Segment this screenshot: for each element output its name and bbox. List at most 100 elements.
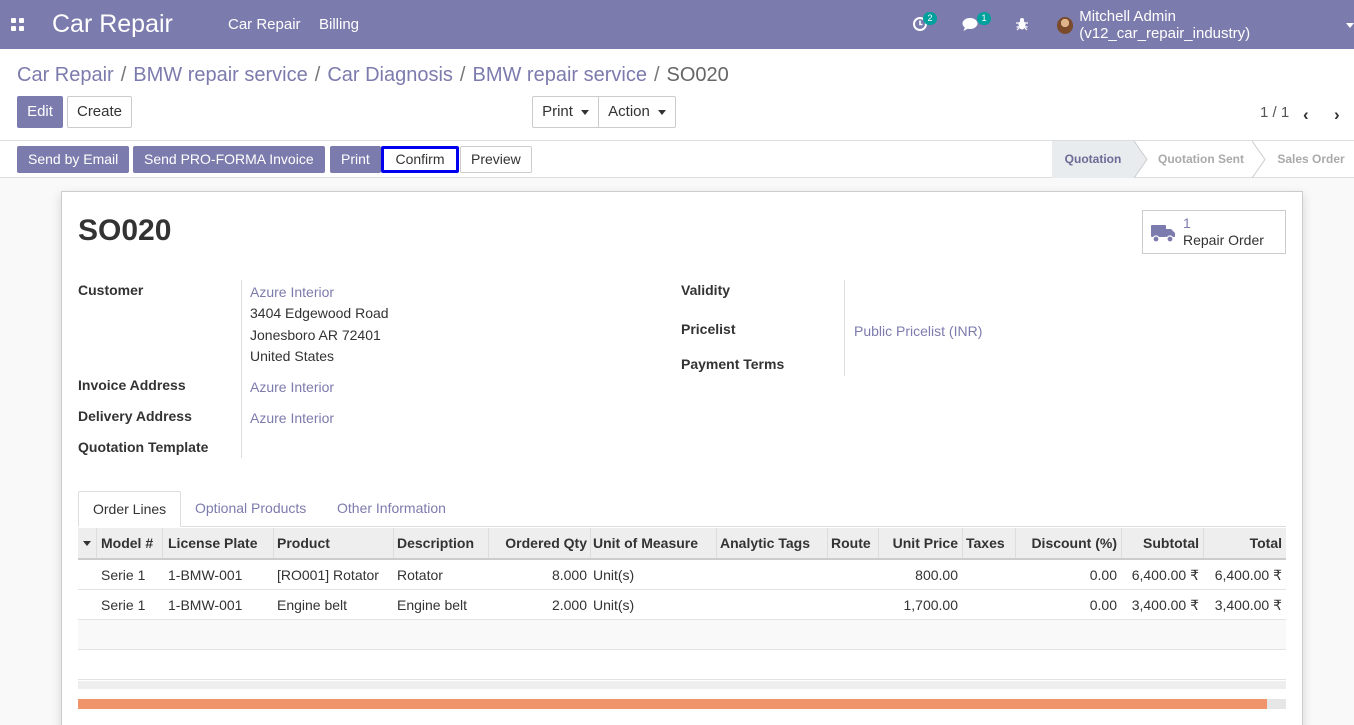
tab-optional-products[interactable]: Optional Products <box>181 491 320 527</box>
activity-count-badge: 2 <box>923 12 937 25</box>
debug-menu[interactable] <box>1015 14 1031 34</box>
pager-next-icon[interactable]: › <box>1334 105 1340 125</box>
stage-sales-order[interactable]: Sales Order <box>1268 141 1354 178</box>
bug-icon <box>1016 18 1028 31</box>
stage-quotation[interactable]: Quotation <box>1052 141 1134 178</box>
cell-description: Rotator <box>397 567 443 583</box>
send-by-email-button[interactable]: Send by Email <box>17 146 130 173</box>
customer-address-line: Jonesboro AR 72401 <box>250 327 381 343</box>
repair-order-smart-button[interactable]: 1 Repair Order <box>1142 210 1286 254</box>
field-divider <box>241 280 242 458</box>
column-divider <box>1203 528 1204 558</box>
horizontal-scrollbar[interactable] <box>78 681 1286 689</box>
breadcrumb-item[interactable]: Car Diagnosis <box>327 64 453 86</box>
pricelist-field[interactable]: Public Pricelist (INR) <box>854 323 982 339</box>
breadcrumb-item[interactable]: BMW repair service <box>472 64 646 86</box>
column-header-description[interactable]: Description <box>397 528 474 558</box>
cell-ordered-qty: 8.000 <box>551 567 587 583</box>
send-proforma-invoice-button[interactable]: Send PRO-FORMA Invoice <box>133 146 325 173</box>
column-header-total[interactable]: Total <box>1207 528 1282 558</box>
column-header-analytic-tags[interactable]: Analytic Tags <box>720 528 810 558</box>
print-dropdown[interactable]: Print <box>532 96 599 128</box>
breadcrumb-current: SO020 <box>666 64 729 86</box>
payment-terms-label: Payment Terms <box>681 356 785 372</box>
menu-billing[interactable]: Billing <box>319 16 359 33</box>
menu-car-repair[interactable]: Car Repair <box>228 16 301 33</box>
preview-button[interactable]: Preview <box>460 146 532 173</box>
user-menu[interactable]: Mitchell Admin (v12_car_repair_industry) <box>1057 8 1354 42</box>
customer-field[interactable]: Azure Interior <box>250 284 334 300</box>
table-row[interactable]: Serie 1 1-BMW-001 Engine belt Engine bel… <box>78 590 1286 620</box>
caret-down-icon <box>657 109 666 115</box>
form-sheet: SO020 1 Repair Order Customer Azure Inte… <box>61 191 1303 725</box>
column-divider <box>488 528 489 558</box>
breadcrumb-separator: / <box>459 64 466 86</box>
column-header-model[interactable]: Model # <box>101 528 153 558</box>
cell-subtotal: 3,400.00 ₹ <box>1131 597 1199 613</box>
confirm-button[interactable]: Confirm <box>381 146 459 173</box>
column-header-ordered-qty[interactable]: Ordered Qty <box>492 528 587 558</box>
messaging-menu[interactable]: 1 <box>962 12 992 34</box>
column-header-product[interactable]: Product <box>277 528 330 558</box>
avatar <box>1057 16 1074 34</box>
record-title: SO020 <box>78 214 172 247</box>
column-divider <box>162 528 163 558</box>
action-dropdown[interactable]: Action <box>598 96 676 128</box>
cell-unit-price: 1,700.00 <box>903 597 959 613</box>
status-bar: Send by Email Send PRO-FORMA Invoice Pri… <box>0 141 1354 178</box>
cell-model: Serie 1 <box>101 567 146 583</box>
column-divider <box>273 528 274 558</box>
pager-previous-icon[interactable]: ‹ <box>1303 105 1309 125</box>
column-header-unit-of-measure[interactable]: Unit of Measure <box>593 528 698 558</box>
breadcrumb-separator: / <box>314 64 321 86</box>
caret-down-icon <box>580 109 589 115</box>
column-divider <box>393 528 394 558</box>
cell-unit-of-measure: Unit(s) <box>593 567 635 583</box>
table-row[interactable]: Serie 1 1-BMW-001 [RO001] Rotator Rotato… <box>78 560 1286 590</box>
print-button[interactable]: Print <box>330 146 381 173</box>
cell-unit-price: 800.00 <box>915 567 958 583</box>
tab-order-lines[interactable]: Order Lines <box>78 491 182 527</box>
column-header-subtotal[interactable]: Subtotal <box>1125 528 1199 558</box>
user-name: Mitchell Admin (v12_car_repair_industry) <box>1079 8 1251 42</box>
invoice-address-field[interactable]: Azure Interior <box>250 379 334 395</box>
cell-description: Engine belt <box>397 597 468 613</box>
create-button[interactable]: Create <box>67 96 132 128</box>
quotation-template-label: Quotation Template <box>78 439 209 455</box>
cell-total: 6,400.00 ₹ <box>1214 567 1282 583</box>
column-header-license-plate[interactable]: License Plate <box>168 528 258 558</box>
column-divider <box>962 528 963 558</box>
app-brand[interactable]: Car Repair <box>52 10 173 39</box>
customer-address-line: 3404 Edgewood Road <box>250 305 389 321</box>
activity-menu[interactable]: 2 <box>912 12 938 34</box>
column-divider <box>1015 528 1016 558</box>
pricelist-label: Pricelist <box>681 321 736 337</box>
column-header-route[interactable]: Route <box>831 528 871 558</box>
tab-other-information[interactable]: Other Information <box>323 491 460 527</box>
action-dropdown-label: Action <box>608 103 650 120</box>
column-divider <box>590 528 591 558</box>
column-header-unit-price[interactable]: Unit Price <box>882 528 958 558</box>
cell-subtotal: 6,400.00 ₹ <box>1131 567 1199 583</box>
column-divider <box>716 528 717 558</box>
breadcrumb-item[interactable]: BMW repair service <box>133 64 307 86</box>
column-header-taxes[interactable]: Taxes <box>966 528 1005 558</box>
truck-icon <box>1151 225 1175 243</box>
caret-down-icon[interactable] <box>83 541 91 546</box>
breadcrumb-item[interactable]: Car Repair <box>17 64 114 86</box>
stage-arrow-icon <box>1134 141 1148 178</box>
print-dropdown-label: Print <box>542 103 573 120</box>
cell-model: Serie 1 <box>101 597 146 613</box>
delivery-address-field[interactable]: Azure Interior <box>250 410 334 426</box>
invoice-address-label: Invoice Address <box>78 377 186 393</box>
edit-button[interactable]: Edit <box>17 96 63 128</box>
pager-value[interactable]: 1 / 1 <box>1260 104 1289 121</box>
breadcrumb-separator: / <box>120 64 127 86</box>
cell-product: Engine belt <box>277 597 348 613</box>
progress-bar-fill <box>78 699 1267 709</box>
apps-menu-icon[interactable] <box>11 18 24 31</box>
column-header-discount[interactable]: Discount (%) <box>1019 528 1117 558</box>
cell-license-plate: 1-BMW-001 <box>168 597 243 613</box>
column-divider <box>878 528 879 558</box>
stage-quotation-sent[interactable]: Quotation Sent <box>1150 141 1252 178</box>
